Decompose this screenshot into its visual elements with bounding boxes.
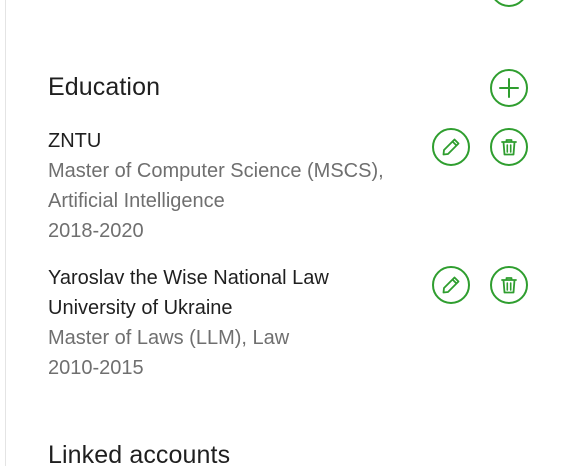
education-degree: Master of Computer Science (MSCS), Artif… [48,160,384,212]
education-years: 2010-2015 [48,357,144,379]
edit-education-button[interactable] [432,128,470,166]
plus-icon [499,78,519,98]
linked-accounts-section-title: Linked accounts [48,441,231,466]
profile-panel: Education ZNTU Master of Computer Scienc… [0,0,570,466]
edit-education-button[interactable] [432,266,470,304]
education-degree: Master of Laws (LLM), Law [48,327,290,349]
trash-icon [501,139,517,156]
education-entry: ZNTU Master of Computer Science (MSCS), … [48,126,418,246]
education-entry: Yaroslav the Wise National Law Universit… [48,263,408,383]
trash-icon [501,277,517,294]
education-years: 2018-2020 [48,220,144,242]
delete-education-button[interactable] [490,266,528,304]
pencil-icon [442,276,460,294]
delete-education-button[interactable] [490,128,528,166]
education-school: ZNTU [48,130,102,152]
pencil-icon [442,138,460,156]
add-education-button[interactable] [490,69,528,107]
education-school: Yaroslav the Wise National Law Universit… [48,267,329,319]
education-section-title: Education [48,73,161,101]
previous-section-action-button[interactable] [490,0,528,7]
panel-divider [5,0,6,466]
